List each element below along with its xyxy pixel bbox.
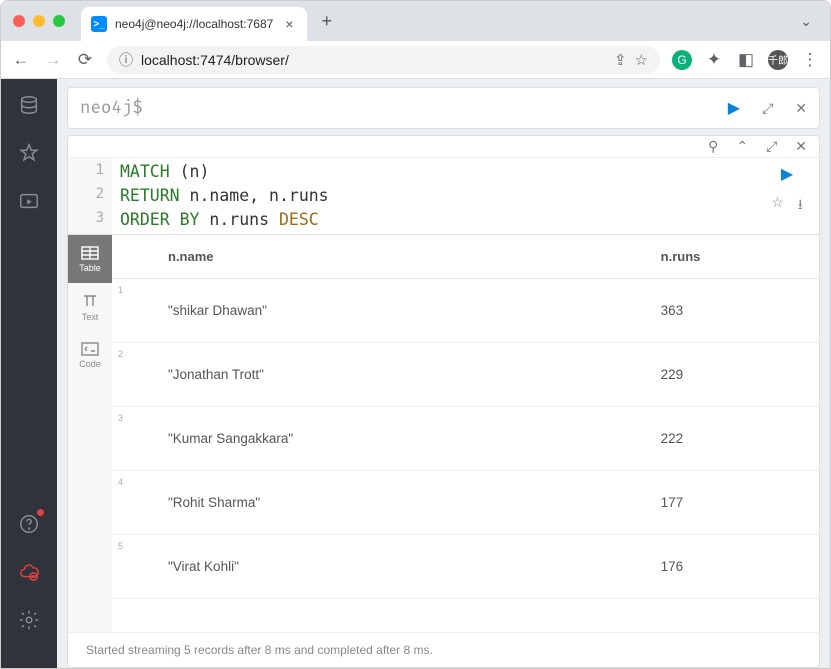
cell-runs: 222 — [651, 407, 819, 471]
collapse-button[interactable]: ⌃ — [736, 138, 748, 155]
new-tab-button[interactable]: + — [321, 11, 332, 32]
result-frame: ⚲ ⌃ ⤢ ✕ 123 MATCH (n)RETURN n.name, n.ru… — [67, 135, 820, 668]
maximize-window-button[interactable] — [53, 15, 65, 27]
line-gutter: 123 — [68, 158, 112, 234]
back-button[interactable]: ← — [11, 50, 31, 70]
status-footer: Started streaming 5 records after 8 ms a… — [68, 632, 819, 667]
sidebar-database-icon[interactable] — [17, 93, 41, 117]
cell-runs: 229 — [651, 343, 819, 407]
table-row: 5 "Virat Kohli" 176 — [112, 535, 819, 599]
run-query-button[interactable]: ▶ — [728, 98, 740, 118]
row-index: 5 — [118, 541, 123, 551]
row-index: 1 — [118, 285, 123, 295]
close-editor-button[interactable]: ✕ — [795, 100, 807, 117]
view-switcher: Table Text Code — [68, 235, 112, 632]
cell-name: "shikar Dhawan" — [168, 303, 267, 318]
browser-tab[interactable]: >_ neo4j@neo4j://localhost:7687 × — [81, 7, 307, 41]
table-row: 4 "Rohit Sharma" 177 — [112, 471, 819, 535]
cell-name: "Virat Kohli" — [168, 559, 239, 574]
main-pane: neo4j$ ▶ ⤢ ✕ ⚲ ⌃ ⤢ ✕ 123 MATCH (n)RETURN… — [57, 79, 830, 668]
result-body: Table Text Code — [68, 234, 819, 632]
close-window-button[interactable] — [13, 15, 25, 27]
cell-runs: 363 — [651, 279, 819, 343]
minimize-window-button[interactable] — [33, 15, 45, 27]
sidebar-cloud-sync-icon[interactable] — [17, 560, 41, 584]
view-code-button[interactable]: Code — [68, 331, 112, 379]
tab-favicon-icon: >_ — [91, 16, 107, 32]
table-row: 2 "Jonathan Trott" 229 — [112, 343, 819, 407]
reload-button[interactable]: ⟳ — [75, 50, 95, 70]
site-info-icon[interactable]: ⓘ — [119, 50, 133, 70]
window-controls — [13, 15, 65, 27]
cell-runs: 176 — [651, 535, 819, 599]
query-display: 123 MATCH (n)RETURN n.name, n.runsORDER … — [68, 158, 819, 234]
browser-window: >_ neo4j@neo4j://localhost:7687 × + ⌄ ← … — [0, 0, 831, 669]
extensions-icon[interactable]: ✦ — [704, 50, 724, 70]
sidebar-help-icon[interactable] — [17, 512, 41, 536]
rerun-button[interactable]: ▶ — [781, 164, 793, 184]
row-index: 4 — [118, 477, 123, 487]
expand-button[interactable]: ⤢ — [766, 138, 777, 155]
browser-menu-button[interactable]: ⋮ — [800, 50, 820, 70]
tab-overflow-button[interactable]: ⌄ — [794, 13, 818, 30]
close-frame-button[interactable]: ✕ — [795, 138, 807, 155]
neo4j-sidebar — [1, 79, 57, 668]
result-table-wrap[interactable]: n.name n.runs 1 "shikar Dhawan" 363 2 "Jonat… — [112, 235, 819, 632]
row-index: 2 — [118, 349, 123, 359]
tab-close-button[interactable]: × — [281, 16, 297, 32]
fullscreen-button[interactable]: ⤢ — [762, 100, 773, 117]
query-actions: ▶ ☆ ⭳ — [755, 158, 819, 234]
forward-button: → — [43, 50, 63, 70]
profile-avatar[interactable]: 千郎 — [768, 50, 788, 70]
cell-name: "Rohit Sharma" — [168, 495, 260, 510]
sidebar-guides-icon[interactable] — [17, 189, 41, 213]
tab-title: neo4j@neo4j://localhost:7687 — [115, 17, 273, 31]
extension-grammarly-icon[interactable]: G — [672, 50, 692, 70]
address-bar[interactable]: ⓘ ⇪ ☆ — [107, 46, 660, 74]
cell-runs: 177 — [651, 471, 819, 535]
notification-dot — [37, 509, 44, 516]
col-header-name: n.name — [112, 235, 651, 279]
download-button[interactable]: ⭳ — [798, 194, 803, 218]
view-text-button[interactable]: Text — [68, 283, 112, 331]
query-prompt: neo4j$ — [80, 98, 143, 119]
titlebar: >_ neo4j@neo4j://localhost:7687 × + ⌄ — [1, 1, 830, 41]
cell-name: "Kumar Sangakkara" — [168, 431, 293, 446]
app-body: neo4j$ ▶ ⤢ ✕ ⚲ ⌃ ⤢ ✕ 123 MATCH (n)RETURN… — [1, 79, 830, 668]
bookmark-icon[interactable]: ☆ — [635, 51, 648, 69]
col-header-runs: n.runs — [651, 235, 819, 279]
result-table: n.name n.runs 1 "shikar Dhawan" 363 2 "Jonat… — [112, 235, 819, 599]
url-input[interactable] — [141, 52, 606, 68]
sidebar-settings-icon[interactable] — [17, 608, 41, 632]
table-row: 1 "shikar Dhawan" 363 — [112, 279, 819, 343]
pin-button[interactable]: ⚲ — [708, 138, 718, 155]
query-code: MATCH (n)RETURN n.name, n.runsORDER BY n… — [112, 158, 755, 234]
cell-name: "Jonathan Trott" — [168, 367, 264, 382]
toolbar: ← → ⟳ ⓘ ⇪ ☆ G ✦ ◧ 千郎 ⋮ — [1, 41, 830, 79]
query-input-bar[interactable]: neo4j$ ▶ ⤢ ✕ — [67, 87, 820, 129]
frame-top-actions: ⚲ ⌃ ⤢ ✕ — [68, 136, 819, 158]
view-table-button[interactable]: Table — [68, 235, 112, 283]
sidepanel-icon[interactable]: ◧ — [736, 50, 756, 70]
favorite-query-button[interactable]: ☆ — [771, 194, 784, 218]
row-index: 3 — [118, 413, 123, 423]
sidebar-favorites-icon[interactable] — [17, 141, 41, 165]
share-icon[interactable]: ⇪ — [614, 51, 627, 69]
table-row: 3 "Kumar Sangakkara" 222 — [112, 407, 819, 471]
